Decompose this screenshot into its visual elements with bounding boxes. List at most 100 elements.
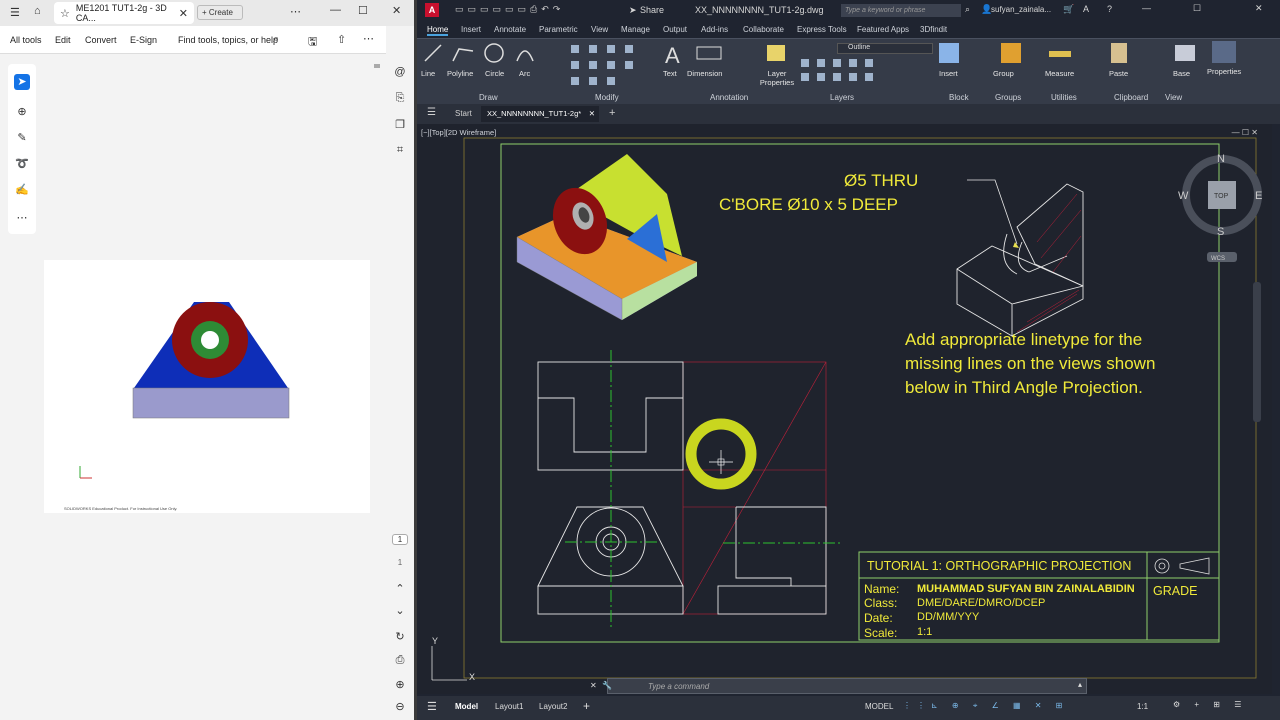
group-button[interactable]: Group bbox=[993, 69, 1014, 78]
page-down-icon[interactable]: ⌄ bbox=[392, 604, 408, 617]
tab-insert[interactable]: Insert bbox=[461, 25, 481, 34]
page-up-icon[interactable]: ⌃ bbox=[392, 582, 408, 595]
layer-dropdown[interactable]: Outline bbox=[837, 43, 933, 54]
lasso-icon[interactable]: ➰ bbox=[14, 156, 30, 172]
panel-annotation[interactable]: Annotation bbox=[710, 93, 748, 102]
dimension-button[interactable]: Dimension bbox=[687, 69, 722, 78]
star-icon[interactable]: ☆ bbox=[60, 7, 70, 20]
highlighter-icon[interactable]: ✍ bbox=[14, 182, 30, 198]
search-box[interactable]: Type a keyword or phrase bbox=[841, 4, 961, 17]
panel-clipboard[interactable]: Clipboard bbox=[1114, 93, 1148, 102]
layout2-tab[interactable]: Layout2 bbox=[539, 702, 567, 711]
layer-properties-button[interactable]: Layer Properties bbox=[755, 69, 799, 87]
line-button[interactable]: Line bbox=[421, 69, 435, 78]
drafting-toggles[interactable]: ⋮⋮⊾ ⊕ ⌖ ∠ ▦ ✕ ⊞ bbox=[903, 701, 1068, 711]
model-space-toggle[interactable]: MODEL bbox=[865, 702, 893, 711]
tab-home[interactable]: Home bbox=[427, 25, 449, 36]
zoom-tool-icon[interactable]: ⊕ bbox=[14, 104, 30, 120]
comment-icon[interactable]: @ bbox=[392, 66, 408, 78]
maximize-icon[interactable]: ☐ bbox=[1193, 3, 1201, 14]
tab-annotate[interactable]: Annotate bbox=[494, 25, 526, 34]
search-icon[interactable]: ⌕ bbox=[965, 4, 970, 15]
tab-express-tools[interactable]: Express Tools bbox=[797, 25, 847, 34]
zoom-out-icon[interactable]: ⊖ bbox=[392, 700, 408, 713]
drawing-viewport[interactable]: [−][Top][2D Wireframe] Ø5 THRU C'BORE Ø1… bbox=[417, 124, 1272, 694]
text-button[interactable]: Text bbox=[663, 69, 677, 78]
insert-button[interactable]: Insert bbox=[939, 69, 958, 78]
minimize-icon[interactable]: — bbox=[330, 4, 341, 16]
tab-output[interactable]: Output bbox=[663, 25, 687, 34]
refresh-icon[interactable]: ↻ bbox=[392, 630, 408, 643]
share-label[interactable]: Share bbox=[640, 5, 664, 15]
pen-icon[interactable]: ✎ bbox=[14, 130, 30, 146]
command-line[interactable]: ✕ 🔧 Type a command ▴ bbox=[590, 678, 1087, 694]
tab-parametric[interactable]: Parametric bbox=[539, 25, 578, 34]
panel-utilities[interactable]: Utilities bbox=[1051, 93, 1077, 102]
more-icon[interactable]: ⋯ bbox=[290, 5, 301, 18]
search-tools-label[interactable]: Find tools, topics, or help bbox=[178, 35, 278, 45]
fit-page-icon[interactable]: ⎙ bbox=[392, 654, 408, 667]
panel-modify[interactable]: Modify bbox=[595, 93, 619, 102]
minimize-icon[interactable]: — bbox=[1142, 3, 1151, 13]
close-window-icon[interactable]: ✕ bbox=[392, 4, 401, 17]
user-name[interactable]: sufyan_zainala... bbox=[991, 5, 1051, 14]
viewcube-compass[interactable] bbox=[1182, 155, 1262, 262]
panel-block[interactable]: Block bbox=[949, 93, 969, 102]
pages-icon[interactable]: ❐ bbox=[392, 118, 408, 131]
page-number-box[interactable]: 1 bbox=[392, 534, 408, 545]
measure-button[interactable]: Measure bbox=[1045, 69, 1074, 78]
viewcube-top[interactable]: TOP bbox=[1214, 193, 1229, 200]
close-tab-icon[interactable]: ✕ bbox=[179, 7, 188, 20]
tab-view[interactable]: View bbox=[591, 25, 608, 34]
tab-manage[interactable]: Manage bbox=[621, 25, 650, 34]
panel-view[interactable]: View bbox=[1165, 93, 1182, 102]
viewport-window-controls[interactable]: — ☐ ✕ bbox=[1232, 128, 1258, 137]
upload-icon[interactable]: ⇧ bbox=[337, 33, 346, 46]
close-window-icon[interactable]: ✕ bbox=[1255, 3, 1263, 14]
menu-edit[interactable]: Edit bbox=[55, 35, 71, 45]
more-options-icon[interactable]: ⋯ bbox=[363, 32, 374, 45]
autocad-logo-icon[interactable]: A bbox=[425, 3, 439, 17]
new-tab-icon[interactable]: + bbox=[609, 107, 615, 119]
panel-layers[interactable]: Layers bbox=[830, 93, 854, 102]
polyline-button[interactable]: Polyline bbox=[447, 69, 473, 78]
share-icon[interactable]: ➤ bbox=[629, 5, 637, 16]
more-tools-icon[interactable]: ⋯ bbox=[14, 210, 30, 226]
annotation-scale[interactable]: 1:1 bbox=[1137, 702, 1148, 711]
menu-convert[interactable]: Convert bbox=[85, 35, 117, 45]
tab-featured-apps[interactable]: Featured Apps bbox=[857, 25, 909, 34]
tab-3dfindit[interactable]: 3Dfindit bbox=[920, 25, 947, 34]
wcs-label[interactable]: WCS bbox=[1211, 256, 1225, 262]
pdf-scrollbar[interactable] bbox=[372, 60, 382, 720]
panel-groups[interactable]: Groups bbox=[995, 93, 1021, 102]
tab-collaborate[interactable]: Collaborate bbox=[743, 25, 784, 34]
tab-addins[interactable]: Add-ins bbox=[701, 25, 728, 34]
close-tab-icon[interactable]: ✕ bbox=[589, 109, 595, 118]
menu-esign[interactable]: E-Sign bbox=[130, 35, 157, 45]
select-cursor-icon[interactable]: ➤ bbox=[14, 74, 30, 90]
create-button[interactable]: + Create bbox=[197, 5, 243, 20]
start-tab[interactable]: Start bbox=[455, 109, 472, 118]
menu-icon[interactable]: ☰ bbox=[10, 6, 20, 19]
home-icon[interactable]: ⌂ bbox=[34, 5, 41, 17]
circle-button[interactable]: Circle bbox=[485, 69, 504, 78]
document-tab[interactable]: ☆ ME1201 TUT1-2g - 3D CA... ✕ bbox=[54, 2, 194, 24]
search-icon[interactable]: ⌕ bbox=[273, 33, 279, 46]
base-button[interactable]: Base bbox=[1173, 69, 1190, 78]
layout1-tab[interactable]: Layout1 bbox=[495, 702, 523, 711]
arc-button[interactable]: Arc bbox=[519, 69, 530, 78]
app-menu-icon[interactable]: ☰ bbox=[427, 107, 436, 118]
properties-button[interactable]: Properties bbox=[1207, 67, 1241, 76]
cmd-expand-icon[interactable]: ▴ bbox=[1078, 680, 1082, 689]
quick-access-icons[interactable]: ▭▭▭▭▭▭⎙↶↷ bbox=[455, 4, 564, 15]
paste-button[interactable]: Paste bbox=[1109, 69, 1128, 78]
status-tools-icons[interactable]: ⚙ + ⊞ ☰ bbox=[1173, 700, 1247, 709]
navigation-bar[interactable] bbox=[1253, 282, 1261, 422]
bookmark-icon[interactable]: ⎘ bbox=[392, 92, 408, 105]
panel-draw[interactable]: Draw bbox=[479, 93, 498, 102]
active-doc-tab[interactable]: XX_NNNNNNNN_TUT1-2g* ✕ bbox=[481, 106, 599, 122]
zoom-in-icon[interactable]: ⊕ bbox=[392, 678, 408, 691]
help-icon[interactable]: ? bbox=[1107, 4, 1112, 14]
crop-icon[interactable]: ⌗ bbox=[392, 144, 408, 157]
learning-icon[interactable]: A bbox=[1083, 4, 1089, 14]
